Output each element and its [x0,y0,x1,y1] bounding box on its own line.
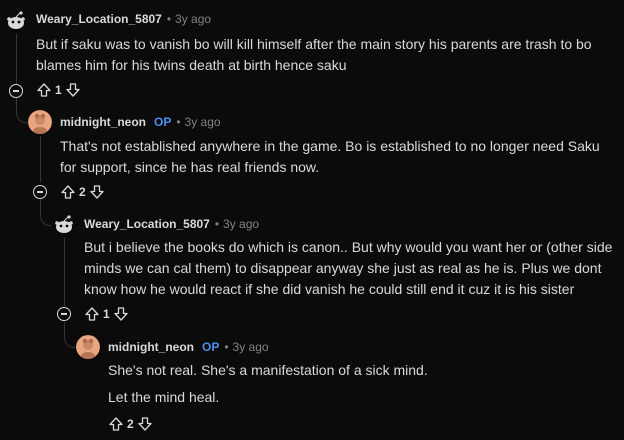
thread-connector [64,322,75,348]
user-avatar-icon [28,110,52,134]
comment-actions: 2 [108,414,153,434]
thread-line[interactable] [16,34,17,84]
upvote-icon [109,417,123,431]
username-link[interactable]: Weary_Location_5807 [84,217,210,231]
comment-header: Weary_Location_5807 • 3y ago [36,12,211,26]
vote-score: 1 [55,83,62,97]
comment-body: But i believe the books do which is cano… [84,237,618,300]
comment-actions: 2 [60,182,105,202]
vote-score: 2 [79,185,86,199]
upvote-button[interactable] [60,184,76,200]
comment-header: midnight_neon OP • 3y ago [60,115,221,129]
timestamp[interactable]: 3y ago [223,217,259,231]
collapse-button[interactable] [57,307,71,321]
separator-dot: • [214,217,220,231]
minus-icon [61,313,67,315]
downvote-button[interactable] [65,82,81,98]
comment-body: But if saku was to vanish bo will kill h… [36,34,616,76]
comment-actions: 1 [36,80,81,100]
comment-text: But i believe the books do which is cano… [84,239,613,297]
vote-score: 1 [103,307,110,321]
comment-actions: 1 [84,304,129,324]
downvote-button[interactable] [113,306,129,322]
comment-header: midnight_neon OP • 3y ago [108,340,269,354]
separator-dot: • [176,115,181,129]
upvote-button[interactable] [84,306,100,322]
downvote-icon [66,83,80,97]
thread-line[interactable] [40,136,41,182]
upvote-button[interactable] [108,416,124,432]
downvote-icon [90,185,104,199]
user-avatar-icon [76,335,100,359]
downvote-button[interactable] [89,184,105,200]
upvote-button[interactable] [36,82,52,98]
snoo-avatar[interactable] [52,212,76,236]
thread-connector [40,199,51,226]
separator-dot: • [166,12,172,26]
collapse-button[interactable] [33,185,47,199]
op-badge: OP [154,115,172,129]
thread-connector [16,98,27,123]
thread-line[interactable] [64,238,65,306]
minus-icon [13,90,19,92]
comment-text: But if saku was to vanish bo will kill h… [36,36,592,73]
timestamp[interactable]: 3y ago [233,340,269,354]
upvote-icon [61,185,75,199]
user-avatar[interactable] [28,110,52,134]
separator-dot: • [224,340,229,354]
comment-text: She's not real. She's a manifestation of… [108,362,428,378]
comment-body: That's not established anywhere in the g… [60,136,616,178]
downvote-icon [138,417,152,431]
username-link[interactable]: Weary_Location_5807 [36,12,162,26]
comment-text: Let the mind heal. [108,389,220,405]
timestamp[interactable]: 3y ago [185,115,221,129]
minus-icon [37,191,43,193]
upvote-icon [85,307,99,321]
snoo-icon [4,8,28,32]
upvote-icon [37,83,51,97]
vote-score: 2 [127,417,134,431]
comment-text: That's not established anywhere in the g… [60,138,600,175]
username-link[interactable]: midnight_neon [108,340,194,354]
timestamp[interactable]: 3y ago [175,12,211,26]
snoo-avatar[interactable] [4,8,28,32]
downvote-icon [114,307,128,321]
snoo-icon [52,212,76,236]
user-avatar[interactable] [76,335,100,359]
comment-header: Weary_Location_5807 • 3y ago [84,217,259,231]
username-link[interactable]: midnight_neon [60,115,146,129]
collapse-button[interactable] [9,84,23,98]
downvote-button[interactable] [137,416,153,432]
op-badge: OP [202,340,220,354]
comment-body: She's not real. She's a manifestation of… [108,360,618,408]
